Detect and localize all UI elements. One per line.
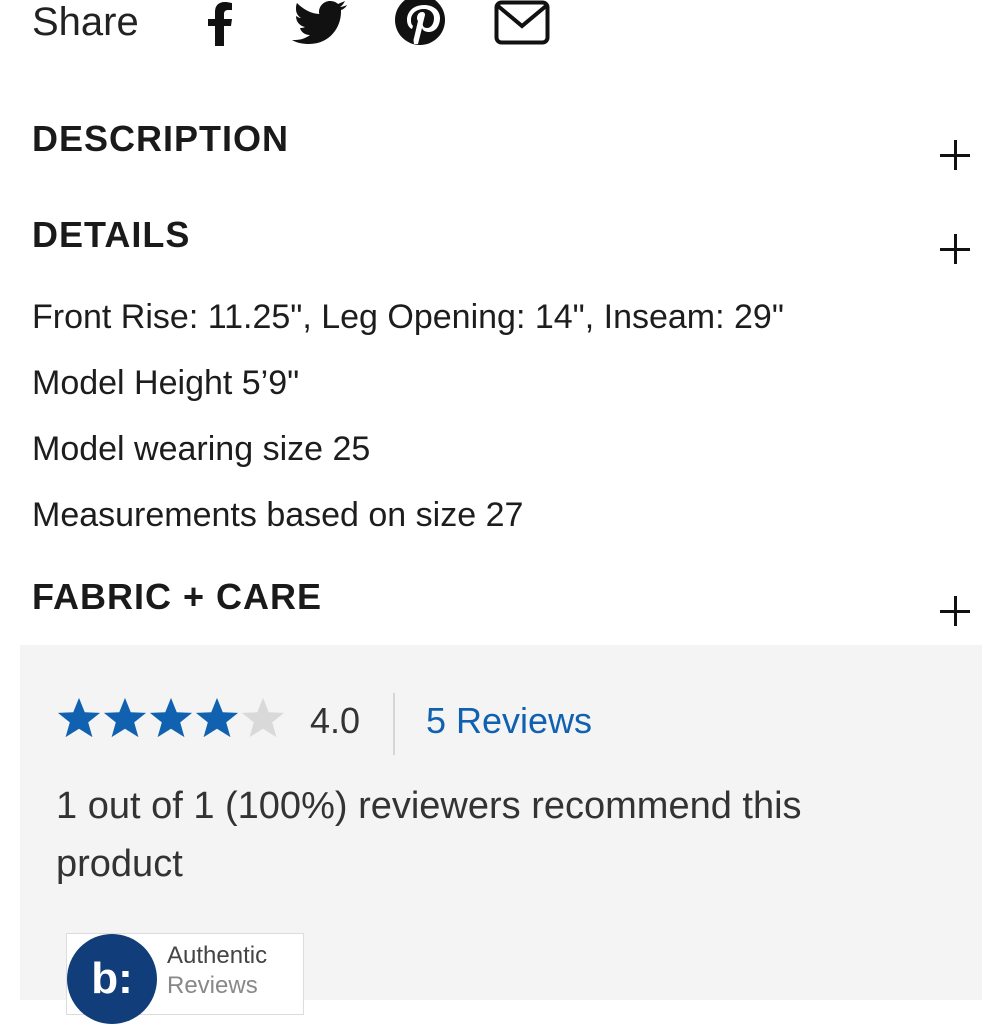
expand-details-icon[interactable] (940, 234, 970, 264)
share-label: Share (32, 0, 139, 44)
expand-description-icon[interactable] (940, 140, 970, 170)
details-title: DETAILS (32, 214, 191, 255)
email-icon[interactable] (494, 0, 550, 46)
recommend-text: 1 out of 1 (100%) reviewers recommend th… (56, 785, 802, 885)
detail-line-size-basis: Measurements based on size 27 (32, 496, 524, 534)
star-filled-icon (57, 697, 101, 738)
badge-line2: Reviews (167, 972, 258, 999)
authentic-reviews-badge[interactable]: b: Authentic Reviews (66, 933, 304, 1024)
detail-line-measurements: Front Rise: 11.25", Leg Opening: 14", In… (32, 298, 784, 336)
twitter-icon[interactable] (292, 0, 348, 44)
facebook-icon[interactable] (203, 0, 237, 46)
star-rating (56, 695, 286, 741)
bazaarvoice-logo-icon: b: (67, 934, 157, 1024)
reviews-summary-panel: 4.0 5 Reviews 1 out of 1 (100%) reviewer… (20, 645, 982, 1024)
pinterest-icon[interactable] (394, 0, 446, 46)
star-filled-icon (195, 697, 239, 738)
star-empty-icon (241, 697, 285, 738)
expand-fabric-care-icon[interactable] (940, 596, 970, 626)
rating-value: 4.0 (310, 700, 361, 741)
detail-line-model-height: Model Height 5’9" (32, 364, 300, 402)
reviews-count-link[interactable]: 5 Reviews (426, 700, 592, 742)
detail-line-model-size: Model wearing size 25 (32, 430, 371, 468)
fabric-care-title: FABRIC + CARE (32, 576, 323, 617)
divider (393, 693, 395, 755)
share-row: Share (32, 0, 139, 48)
description-title: DESCRIPTION (32, 118, 290, 159)
star-filled-icon (103, 697, 147, 738)
badge-line1: Authentic (167, 942, 268, 969)
star-filled-icon (149, 697, 193, 738)
